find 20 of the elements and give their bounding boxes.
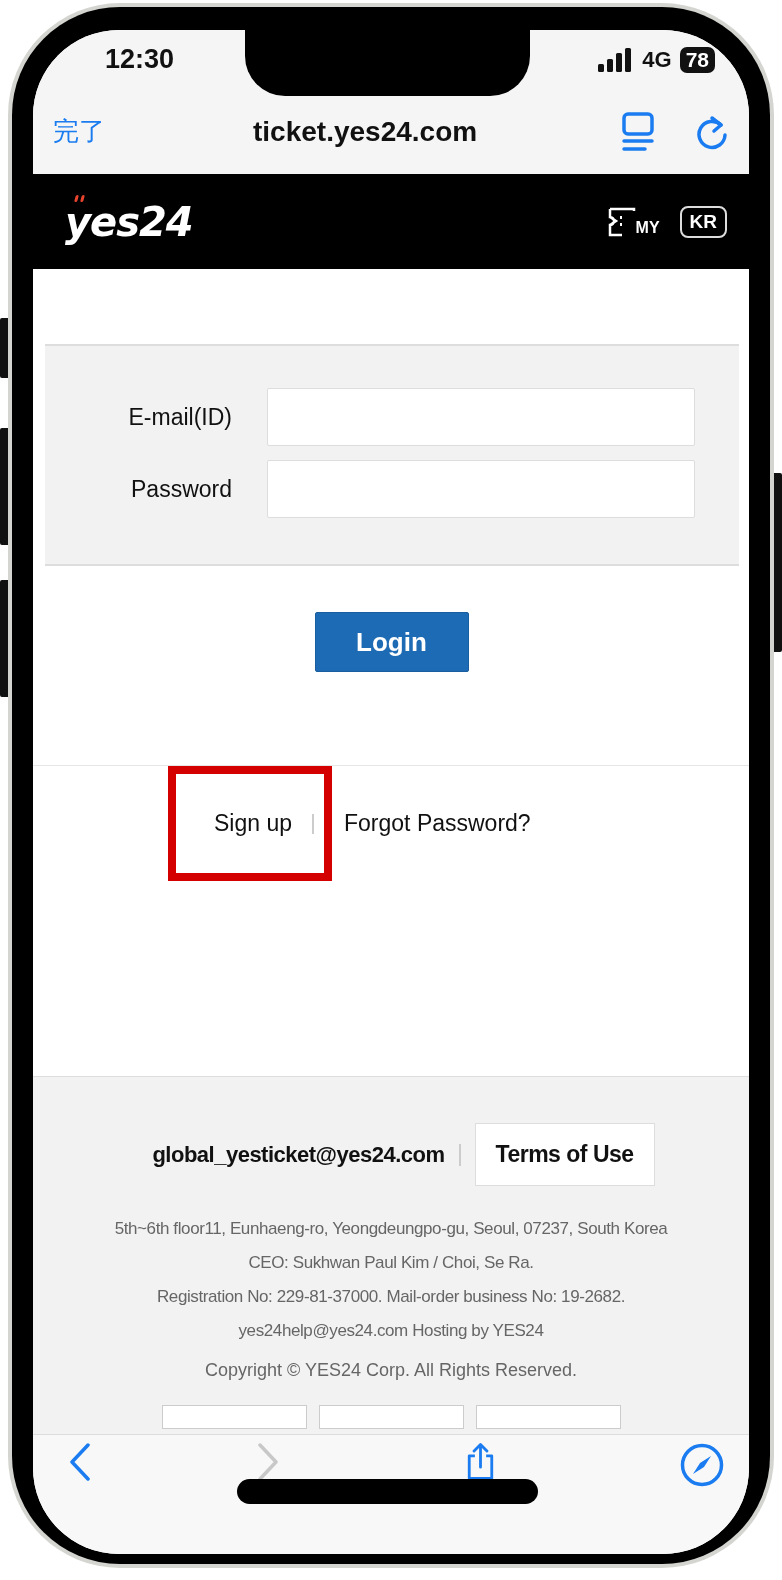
language-button[interactable]: KR <box>679 205 727 238</box>
copyright-text: Copyright © YES24 Corp. All Rights Reserved. <box>204 1360 578 1381</box>
field-label: Password <box>130 475 232 503</box>
yes24-logo[interactable]: yes24 <box>65 198 193 245</box>
my-ticket-button[interactable]: MY <box>607 206 660 237</box>
address-line: CEO: Sukhwan Paul Kim / Choi, Se Ra. <box>248 1252 534 1274</box>
contact-email[interactable]: global_yesticket@yes24.com <box>152 1141 445 1168</box>
address-line: 5th~6th floor11, Eunhaeng-ro, Yeongdeungpo-gu, Seoul, 07237, South Korea <box>114 1218 668 1240</box>
address-line: yes24help@yes24.com Hosting by YES24 <box>238 1320 544 1342</box>
status-time: 12:30 <box>105 44 175 75</box>
battery-level: 78 <box>679 46 715 73</box>
login-button[interactable]: Login <box>314 612 469 672</box>
address-line: Registration No: 229-81-37000. Mail-order business No: 19-2682. <box>156 1286 626 1308</box>
sign-up-link[interactable]: Sign up <box>214 810 292 837</box>
field-label: E-mail(ID) <box>127 403 232 431</box>
address-bar-url[interactable]: ticket.yes24.com <box>253 115 621 148</box>
network-label: 4G <box>642 46 672 73</box>
terms-button[interactable]: Terms of Use <box>474 1123 655 1186</box>
done-button[interactable]: 完了 <box>53 114 253 149</box>
forgot-password-link[interactable]: Forgot Password? <box>344 810 531 837</box>
